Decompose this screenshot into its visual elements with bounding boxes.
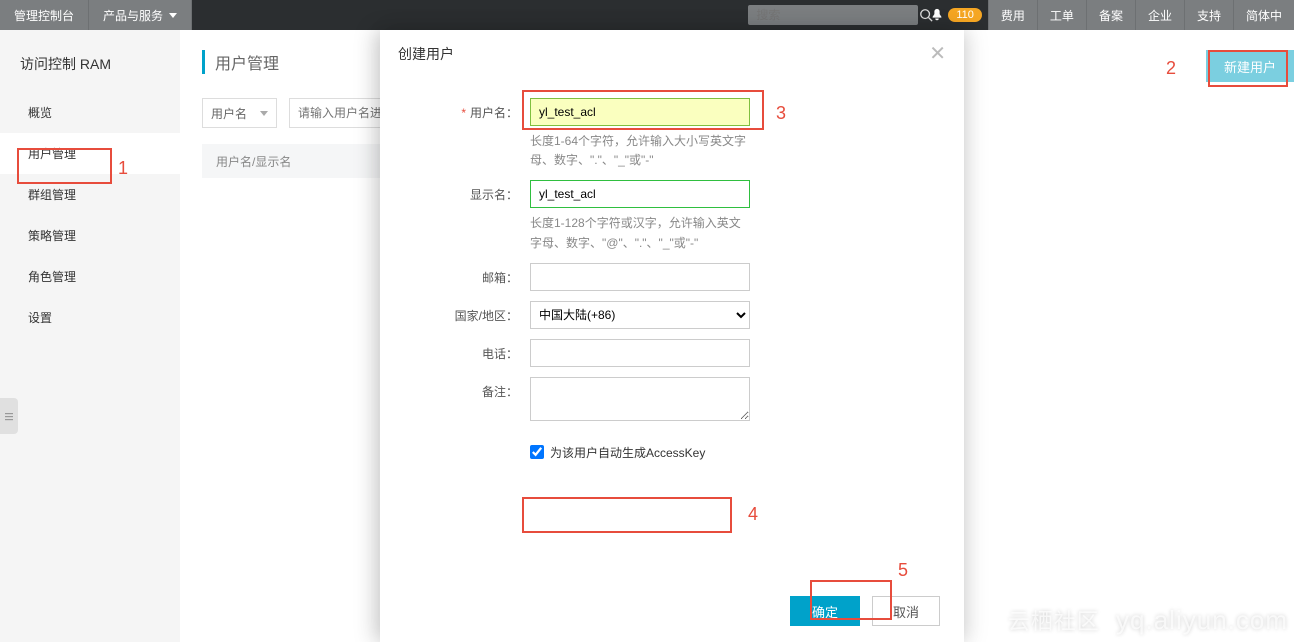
ok-button-label: 确定 <box>812 605 838 620</box>
topbar-left: 管理控制台 产品与服务 <box>0 0 192 30</box>
table-col-username: 用户名/显示名 <box>216 153 291 170</box>
sidebar-item-groups[interactable]: 群组管理 <box>0 174 180 215</box>
search-box[interactable] <box>748 5 918 25</box>
nav-support[interactable]: 支持 <box>1184 0 1233 30</box>
label-username: * 用户名： <box>410 98 530 121</box>
sidebar-item-label: 用户管理 <box>28 147 76 161</box>
row-display: 显示名： 长度1-128个字符或汉字，允许输入英文字母、数字、"@"、"."、"… <box>410 180 934 252</box>
cancel-button-label: 取消 <box>893 605 919 620</box>
modal-footer: 确定 取消 <box>380 580 964 642</box>
nav-fee[interactable]: 费用 <box>988 0 1037 30</box>
label-phone: 电话： <box>410 339 530 362</box>
label-email: 邮箱： <box>410 263 530 286</box>
ok-button[interactable]: 确定 <box>790 596 860 626</box>
nav-lang[interactable]: 简体中 <box>1233 0 1294 30</box>
nav-enterprise-label: 企业 <box>1148 7 1172 24</box>
close-icon[interactable]: ✕ <box>929 44 946 64</box>
new-user-button-label: 新建用户 <box>1224 60 1276 75</box>
edge-collapse-tag[interactable] <box>0 398 18 434</box>
filter-select-label: 用户名 <box>211 105 247 122</box>
nav-products-label: 产品与服务 <box>103 7 163 24</box>
filter-input[interactable] <box>289 98 389 128</box>
sidebar-item-roles[interactable]: 角色管理 <box>0 256 180 297</box>
filter-select[interactable]: 用户名 <box>202 98 277 128</box>
bell-icon <box>930 8 944 22</box>
nav-ticket[interactable]: 工单 <box>1037 0 1086 30</box>
sidebar-item-label: 概览 <box>28 106 52 120</box>
label-remark: 备注： <box>410 377 530 400</box>
modal-body: * 用户名： 长度1-64个字符，允许输入大小写英文字母、数字、"."、"_"或"… <box>380 78 964 580</box>
row-remark: 备注： <box>410 377 934 424</box>
label-region: 国家/地区： <box>410 301 530 324</box>
sidebar-item-overview[interactable]: 概览 <box>0 92 180 133</box>
notification-badge: 110 <box>948 8 982 22</box>
nav-console-label: 管理控制台 <box>14 7 74 24</box>
sidebar-item-label: 角色管理 <box>28 270 76 284</box>
row-username: * 用户名： 长度1-64个字符，允许输入大小写英文字母、数字、"."、"_"或"… <box>410 98 934 170</box>
row-accesskey: 为该用户自动生成AccessKey <box>530 444 934 461</box>
row-email: 邮箱： <box>410 263 934 291</box>
input-display[interactable] <box>530 180 750 208</box>
nav-support-label: 支持 <box>1197 7 1221 24</box>
sidebar-list: 概览 用户管理 群组管理 策略管理 角色管理 设置 <box>0 92 180 338</box>
modal-header: 创建用户 ✕ <box>380 30 964 78</box>
cancel-button[interactable]: 取消 <box>872 596 940 626</box>
nav-lang-label: 简体中 <box>1246 7 1282 24</box>
nav-console[interactable]: 管理控制台 <box>0 0 89 30</box>
sidebar-item-label: 策略管理 <box>28 229 76 243</box>
sidebar-title: 访问控制 RAM <box>0 30 180 92</box>
sidebar-item-label: 群组管理 <box>28 188 76 202</box>
textarea-remark[interactable] <box>530 377 750 421</box>
row-region: 国家/地区： 中国大陆(+86) <box>410 301 934 329</box>
label-username-text: 用户名： <box>470 106 518 120</box>
caret-down-icon <box>260 111 268 116</box>
modal-title: 创建用户 <box>398 44 454 64</box>
nav-products[interactable]: 产品与服务 <box>89 0 192 30</box>
sidebar-item-policies[interactable]: 策略管理 <box>0 215 180 256</box>
nav-filing-label: 备案 <box>1099 7 1123 24</box>
input-email[interactable] <box>530 263 750 291</box>
table-header: 用户名/显示名 <box>202 144 382 178</box>
hint-display: 长度1-128个字符或汉字，允许输入英文字母、数字、"@"、"."、"_"或"-… <box>530 214 750 252</box>
input-phone[interactable] <box>530 339 750 367</box>
input-username[interactable] <box>530 98 750 126</box>
sidebar-item-users[interactable]: 用户管理 <box>0 133 180 174</box>
nav-enterprise[interactable]: 企业 <box>1135 0 1184 30</box>
checkbox-accesskey[interactable] <box>530 445 544 459</box>
row-phone: 电话： <box>410 339 934 367</box>
select-region[interactable]: 中国大陆(+86) <box>530 301 750 329</box>
nav-ticket-label: 工单 <box>1050 7 1074 24</box>
create-user-modal: 创建用户 ✕ * 用户名： 长度1-64个字符，允许输入大小写英文字母、数字、".… <box>380 30 964 642</box>
sidebar: 访问控制 RAM 概览 用户管理 群组管理 策略管理 角色管理 设置 <box>0 30 180 642</box>
search-input[interactable] <box>748 8 919 22</box>
topbar-spacer <box>192 0 748 30</box>
sidebar-item-label: 设置 <box>28 311 52 325</box>
label-display: 显示名： <box>410 180 530 203</box>
nav-fee-label: 费用 <box>1001 7 1025 24</box>
label-accesskey: 为该用户自动生成AccessKey <box>550 444 705 461</box>
notifications[interactable]: 110 <box>918 0 988 30</box>
sidebar-item-settings[interactable]: 设置 <box>0 297 180 338</box>
new-user-button[interactable]: 新建用户 <box>1206 50 1294 82</box>
topbar: 管理控制台 产品与服务 110 费用 工单 备案 企业 支持 简体中 <box>0 0 1294 30</box>
required-icon: * <box>461 106 466 120</box>
topbar-right: 费用 工单 备案 企业 支持 简体中 <box>988 0 1294 30</box>
caret-down-icon <box>169 13 177 18</box>
hint-username: 长度1-64个字符，允许输入大小写英文字母、数字、"."、"_"或"-" <box>530 132 750 170</box>
nav-filing[interactable]: 备案 <box>1086 0 1135 30</box>
